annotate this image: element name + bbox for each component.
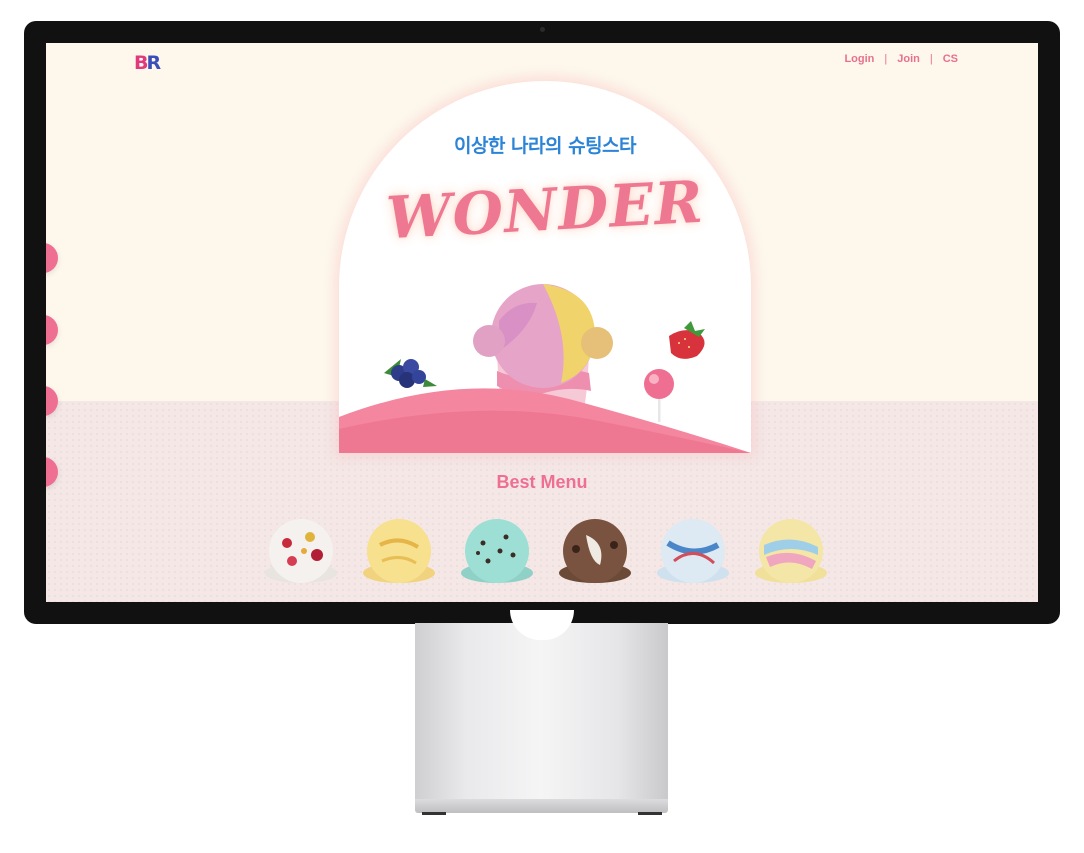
cherry-jubilee-scoop-icon[interactable] [262, 515, 340, 587]
nav-separator: | [929, 53, 933, 65]
strawberry-icon [669, 321, 705, 359]
br-logo[interactable]: BR [134, 52, 161, 74]
join-link[interactable]: Join [897, 53, 920, 65]
nav-separator: | [884, 53, 888, 65]
side-nav-dot-1[interactable] [46, 243, 58, 273]
stand-foot-left [422, 812, 446, 815]
best-menu-list [262, 515, 830, 587]
blueberry-icon [384, 359, 437, 388]
best-menu-title: Best Menu [496, 472, 588, 492]
chocolate-cookie-scoop-icon[interactable] [556, 515, 634, 587]
monitor-camera [540, 27, 545, 32]
monitor-stand-base [415, 799, 668, 813]
website-screen: BR Login | Join | CS 이상한 나라의 슈팅스타 WONDER [46, 43, 1038, 602]
yellow-cream-scoop-icon[interactable] [360, 515, 438, 587]
side-nav-dot-2[interactable] [46, 315, 58, 345]
monitor-stand [415, 623, 668, 801]
logo-letter-r: R [146, 52, 161, 74]
login-link[interactable]: Login [844, 53, 874, 65]
hero-illustration [339, 284, 751, 453]
blue-swirl-scoop-icon[interactable] [654, 515, 732, 587]
stand-foot-right [638, 812, 662, 815]
mint-chocolate-chip-scoop-icon[interactable] [458, 515, 536, 587]
top-nav: Login | Join | CS [844, 53, 958, 65]
rainbow-sherbet-scoop-icon[interactable] [752, 515, 830, 587]
hero-banner: 이상한 나라의 슈팅스타 WONDER [339, 81, 751, 453]
logo-letter-b: B [134, 52, 149, 74]
cs-link[interactable]: CS [943, 53, 958, 65]
lollipop-icon [644, 369, 674, 422]
